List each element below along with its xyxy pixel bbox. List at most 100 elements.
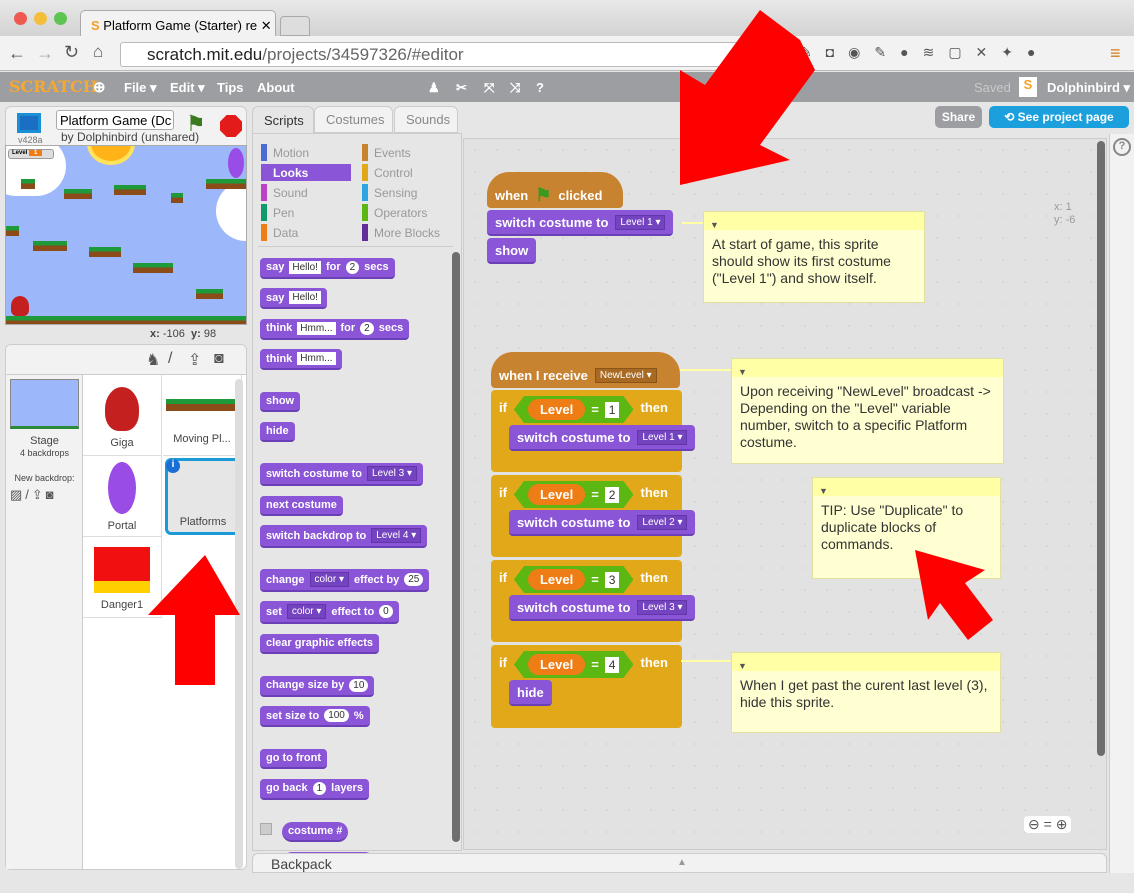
dropdown[interactable]: Level 4 ▾ bbox=[371, 528, 422, 543]
palette-block[interactable]: hide bbox=[260, 422, 295, 442]
palette-block[interactable]: say Hello! for 2 secs bbox=[260, 257, 395, 279]
text-input[interactable]: Hmm... bbox=[297, 352, 336, 365]
number-input[interactable]: 2 bbox=[360, 321, 374, 335]
category-pen[interactable]: Pen bbox=[261, 204, 351, 221]
comment[interactable]: ▼ Upon receiving "NewLevel" broadcast -> … bbox=[731, 358, 1004, 464]
zoom-in-icon[interactable]: ⊕ bbox=[1056, 816, 1068, 832]
when-i-receive-block[interactable]: when I receive NewLevel ▾ bbox=[491, 352, 680, 388]
tab-costumes[interactable]: Costumes bbox=[314, 106, 393, 133]
help-icon[interactable]: ? bbox=[536, 80, 544, 95]
browser-tab[interactable]: S Platform Game (Starter) re ✕ bbox=[80, 10, 276, 38]
sprite-tile-danger1[interactable]: Danger1 bbox=[83, 537, 162, 618]
dropdown[interactable]: color ▾ bbox=[286, 604, 327, 619]
minimize-window-button[interactable] bbox=[34, 12, 47, 25]
palette-block[interactable]: clear graphic effects bbox=[260, 634, 379, 654]
backpack[interactable]: Backpack ▲ bbox=[252, 853, 1107, 873]
comment[interactable]: ▼ TIP: Use "Duplicate" to duplicate block… bbox=[812, 477, 1001, 579]
mystuff-icon[interactable]: S bbox=[1019, 77, 1037, 97]
project-title-input[interactable] bbox=[56, 110, 174, 130]
collapse-icon[interactable]: ▼ bbox=[819, 483, 828, 500]
share-button[interactable]: Share bbox=[935, 106, 982, 128]
green-flag-icon[interactable]: ⚑ bbox=[186, 111, 206, 137]
stop-icon[interactable] bbox=[220, 115, 242, 137]
maximize-window-button[interactable] bbox=[54, 12, 67, 25]
number-input[interactable]: 100 bbox=[324, 709, 349, 722]
see-project-page-button[interactable]: ⟲ See project page bbox=[989, 106, 1129, 128]
monitor-checkbox[interactable] bbox=[260, 823, 272, 836]
cut-icon[interactable]: ✂ bbox=[456, 80, 467, 96]
when-flag-clicked-block[interactable]: when ⚑ clicked bbox=[487, 172, 623, 208]
palette-block[interactable]: next costume bbox=[260, 496, 343, 516]
palette-block[interactable]: costume # bbox=[282, 821, 349, 842]
expand-backpack-icon[interactable]: ▲ bbox=[677, 857, 687, 868]
costume-dropdown[interactable]: Level 1 ▾ bbox=[637, 429, 688, 445]
category-operators[interactable]: Operators bbox=[362, 204, 452, 221]
palette-block[interactable]: switch backdrop to Level 4 ▾ bbox=[260, 525, 428, 548]
file-menu[interactable]: File ▾ bbox=[124, 80, 157, 96]
tips-menu[interactable]: Tips bbox=[217, 80, 244, 95]
level-variable-reporter[interactable]: Level bbox=[528, 399, 585, 420]
level-variable-reporter[interactable]: Level bbox=[528, 484, 585, 505]
palette-block[interactable]: change size by 10 bbox=[260, 675, 375, 697]
extension-icons[interactable]: ✎◘◉✎●≋▢✕✦● bbox=[800, 44, 1049, 61]
sprite-tile-portal[interactable]: Portal bbox=[83, 456, 162, 537]
costume-dropdown[interactable]: Level 2 ▾ bbox=[637, 514, 688, 530]
close-tab-icon[interactable]: ✕ bbox=[261, 18, 272, 33]
switch-costume-block[interactable]: switch costume to Level 3 ▾ bbox=[509, 595, 696, 621]
palette-block[interactable]: say Hello! bbox=[260, 288, 327, 309]
category-data[interactable]: Data bbox=[261, 224, 351, 241]
palette-block[interactable]: go back 1 layers bbox=[260, 778, 369, 800]
category-more-blocks[interactable]: More Blocks bbox=[362, 224, 452, 241]
palette-block[interactable]: go to front bbox=[260, 749, 327, 769]
shrink-icon[interactable]: ⤨ bbox=[510, 80, 520, 96]
forward-icon[interactable]: → bbox=[36, 43, 54, 64]
stage-thumbnail[interactable] bbox=[10, 379, 79, 429]
number-input[interactable]: 2 bbox=[345, 260, 360, 274]
sprite-tile-platforms[interactable]: i Platforms bbox=[165, 458, 241, 535]
text-input[interactable]: Hello! bbox=[289, 260, 321, 274]
comment[interactable]: ▼ At start of game, this sprite should sh… bbox=[703, 211, 925, 303]
category-events[interactable]: Events bbox=[362, 144, 452, 161]
palette-block[interactable]: set size to 100% bbox=[260, 706, 370, 727]
category-sensing[interactable]: Sensing bbox=[362, 184, 452, 201]
close-window-button[interactable] bbox=[14, 12, 27, 25]
switch-costume-block[interactable]: switch costume to Level 1 ▾ bbox=[487, 210, 674, 236]
address-bar[interactable]: scratch.mit.edu/projects/34597326/#edito… bbox=[120, 42, 790, 67]
camera-sprite-icon[interactable]: ◙ bbox=[214, 350, 224, 368]
scratch-logo[interactable]: SCRATCH bbox=[9, 77, 98, 96]
help-icon[interactable]: ? bbox=[1113, 138, 1131, 156]
category-control[interactable]: Control bbox=[362, 164, 452, 181]
about-menu[interactable]: About bbox=[257, 80, 295, 95]
home-icon[interactable]: ⌂ bbox=[93, 42, 103, 62]
hide-block[interactable]: hide bbox=[509, 680, 552, 706]
level-variable-reporter[interactable]: Level bbox=[528, 654, 585, 675]
palette-block[interactable]: think Hmm... bbox=[260, 349, 342, 370]
switch-costume-block[interactable]: switch costume to Level 2 ▾ bbox=[509, 510, 696, 536]
chrome-menu-icon[interactable]: ≡ bbox=[1110, 43, 1121, 64]
number-input[interactable]: 25 bbox=[404, 573, 424, 586]
collapse-icon[interactable]: ▼ bbox=[710, 217, 719, 234]
palette-block[interactable]: change color ▾ effect by 25 bbox=[260, 569, 430, 592]
stage[interactable]: Level 1 bbox=[5, 145, 247, 325]
palette-block[interactable]: switch costume to Level 3 ▾ bbox=[260, 463, 424, 486]
equals-operator[interactable]: Level = 4 bbox=[514, 651, 634, 678]
sprite-tile-moving-platform[interactable]: Moving Pl... bbox=[163, 375, 242, 456]
switch-costume-block[interactable]: switch costume to Level 1 ▾ bbox=[509, 425, 696, 451]
tab-scripts[interactable]: Scripts bbox=[252, 106, 314, 134]
zoom-out-icon[interactable]: ⊖ bbox=[1028, 816, 1040, 832]
grow-icon[interactable]: ⤧ bbox=[484, 80, 494, 96]
level-variable-reporter[interactable]: Level bbox=[528, 569, 585, 590]
paint-sprite-icon[interactable]: / bbox=[168, 350, 172, 368]
level-variable-monitor[interactable]: Level 1 bbox=[8, 149, 54, 159]
number-input[interactable]: 1 bbox=[605, 402, 620, 418]
collapse-icon[interactable]: ▼ bbox=[738, 658, 747, 675]
sprite-tile-giga[interactable]: Giga bbox=[83, 375, 162, 456]
category-motion[interactable]: Motion bbox=[261, 144, 351, 161]
dropdown[interactable]: Level 3 ▾ bbox=[366, 466, 418, 481]
duplicate-icon[interactable]: ♟ bbox=[428, 80, 440, 96]
comment-text[interactable]: When I get past the curent last level (3… bbox=[740, 677, 987, 710]
user-menu[interactable]: Dolphinbird ▾ bbox=[1047, 80, 1130, 96]
costume-dropdown[interactable]: Level 1 ▾ bbox=[615, 214, 666, 230]
costume-dropdown[interactable]: Level 3 ▾ bbox=[637, 599, 688, 615]
comment-text[interactable]: Upon receiving "NewLevel" broadcast -> D… bbox=[740, 383, 991, 450]
